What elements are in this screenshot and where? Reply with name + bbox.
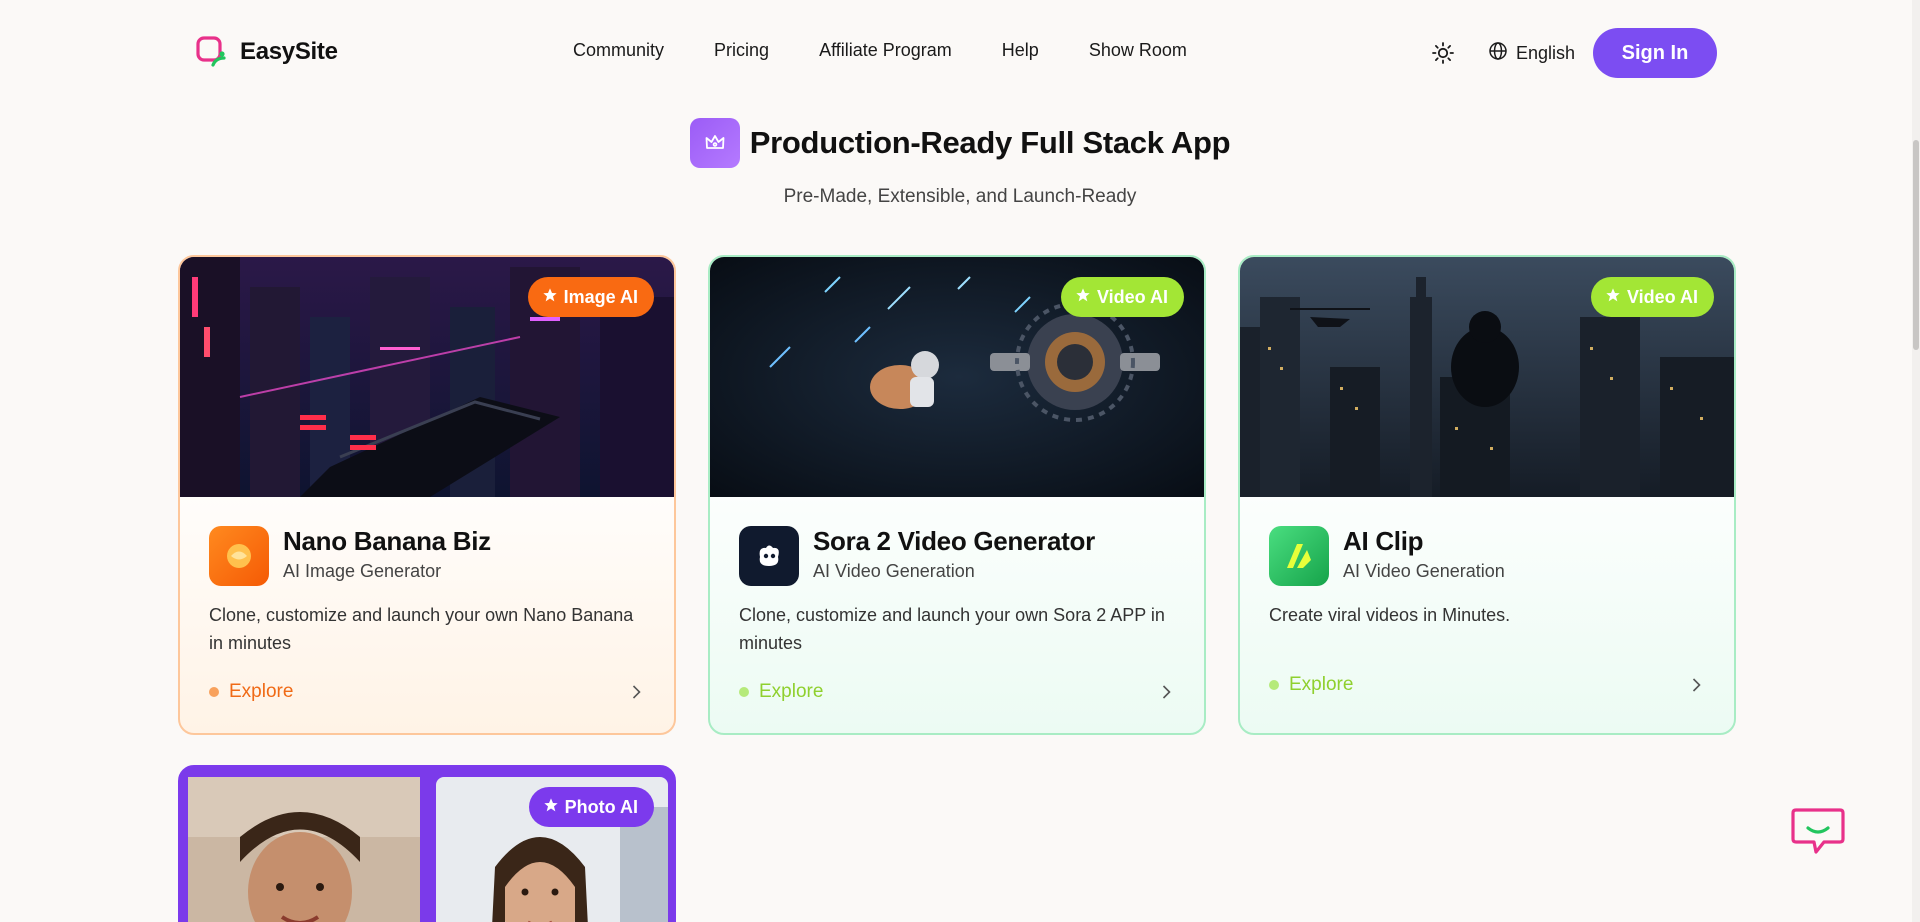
badge-photo-ai: Photo AI bbox=[528, 787, 654, 827]
star-icon bbox=[542, 287, 558, 308]
app-card-photo-ai[interactable]: Photo AI bbox=[178, 765, 676, 922]
chevron-right-icon[interactable] bbox=[1157, 683, 1175, 701]
badge-video-ai: Video AI bbox=[1590, 277, 1714, 317]
explore-label: Explore bbox=[759, 681, 824, 702]
explore-label: Explore bbox=[1289, 674, 1354, 695]
sun-icon[interactable] bbox=[1431, 41, 1455, 65]
brand-name: EasySite bbox=[240, 38, 338, 65]
nav-link-community[interactable]: Community bbox=[573, 40, 664, 61]
section-title: Production-Ready Full Stack App bbox=[749, 125, 1231, 160]
status-dot-icon bbox=[209, 687, 219, 697]
explore-row[interactable]: Explore bbox=[739, 681, 1175, 703]
app-description: Clone, customize and launch your own Sor… bbox=[739, 605, 1165, 653]
brand-logo[interactable]: EasySite bbox=[196, 36, 338, 68]
crown-icon bbox=[689, 118, 740, 168]
explore-label: Explore bbox=[229, 681, 294, 702]
app-card-ai-clip[interactable]: Video AI AI Clip AI Video Generation Cre… bbox=[1238, 255, 1736, 735]
easysite-logo-icon bbox=[196, 36, 228, 68]
chat-bubble-icon[interactable] bbox=[1790, 806, 1846, 858]
nav-link-pricing[interactable]: Pricing bbox=[714, 40, 769, 61]
badge-label: Image AI bbox=[563, 286, 638, 307]
star-icon bbox=[543, 797, 559, 818]
badge-label: Video AI bbox=[1626, 286, 1698, 307]
explore-link[interactable]: Explore bbox=[209, 681, 293, 703]
card-body: AI Clip AI Video Generation Create viral… bbox=[1240, 497, 1734, 733]
language-selector[interactable]: English bbox=[1488, 41, 1575, 66]
badge-label: Photo AI bbox=[564, 796, 638, 817]
explore-link[interactable]: Explore bbox=[739, 681, 823, 703]
app-description: Clone, customize and launch your own Nan… bbox=[209, 605, 634, 653]
chevron-right-icon[interactable] bbox=[1687, 676, 1705, 694]
app-card-sora-2-video-generator[interactable]: Video AI Sora 2 Video Generator AI Video… bbox=[708, 255, 1206, 735]
main-nav: Community Pricing Affiliate Program Help… bbox=[573, 40, 1187, 61]
section-header: Production-Ready Full Stack App Pre-Made… bbox=[0, 118, 1920, 208]
app-category: AI Video Generation bbox=[1343, 561, 1505, 581]
nav-link-show-room[interactable]: Show Room bbox=[1089, 40, 1187, 61]
explore-row[interactable]: Explore bbox=[209, 681, 645, 703]
app-card-nano-banana-biz[interactable]: Image AI Nano Banana Biz AI Image Genera… bbox=[178, 255, 676, 735]
sign-in-button[interactable]: Sign In bbox=[1593, 28, 1717, 78]
status-dot-icon bbox=[1269, 680, 1279, 690]
app-description: Create viral videos in Minutes. bbox=[1269, 605, 1511, 625]
badge-label: Video AI bbox=[1096, 286, 1168, 307]
explore-link[interactable]: Explore bbox=[1269, 674, 1353, 696]
star-icon bbox=[1605, 287, 1621, 308]
badge-video-ai: Video AI bbox=[1060, 277, 1184, 317]
language-label: English bbox=[1516, 43, 1576, 63]
app-name: AI Clip bbox=[1343, 526, 1424, 556]
app-name: Nano Banana Biz bbox=[283, 526, 491, 556]
nav-link-affiliate-program[interactable]: Affiliate Program bbox=[819, 40, 952, 61]
app-category: AI Image Generator bbox=[283, 561, 442, 581]
app-name: Sora 2 Video Generator bbox=[813, 526, 1095, 556]
explore-row[interactable]: Explore bbox=[1269, 674, 1705, 696]
nav-link-help[interactable]: Help bbox=[1002, 40, 1039, 61]
ai-clip-app-icon bbox=[1269, 526, 1329, 586]
nano-banana-app-icon bbox=[209, 526, 269, 586]
globe-icon bbox=[1488, 41, 1508, 66]
star-icon bbox=[1075, 287, 1091, 308]
sora-app-icon bbox=[739, 526, 799, 586]
section-subtitle: Pre-Made, Extensible, and Launch-Ready bbox=[783, 186, 1137, 207]
chevron-right-icon[interactable] bbox=[627, 683, 645, 701]
app-category: AI Video Generation bbox=[813, 561, 975, 581]
top-navigation-bar: EasySite Community Pricing Affiliate Pro… bbox=[0, 0, 1920, 104]
status-dot-icon bbox=[739, 687, 749, 697]
badge-image-ai: Image AI bbox=[527, 277, 654, 317]
